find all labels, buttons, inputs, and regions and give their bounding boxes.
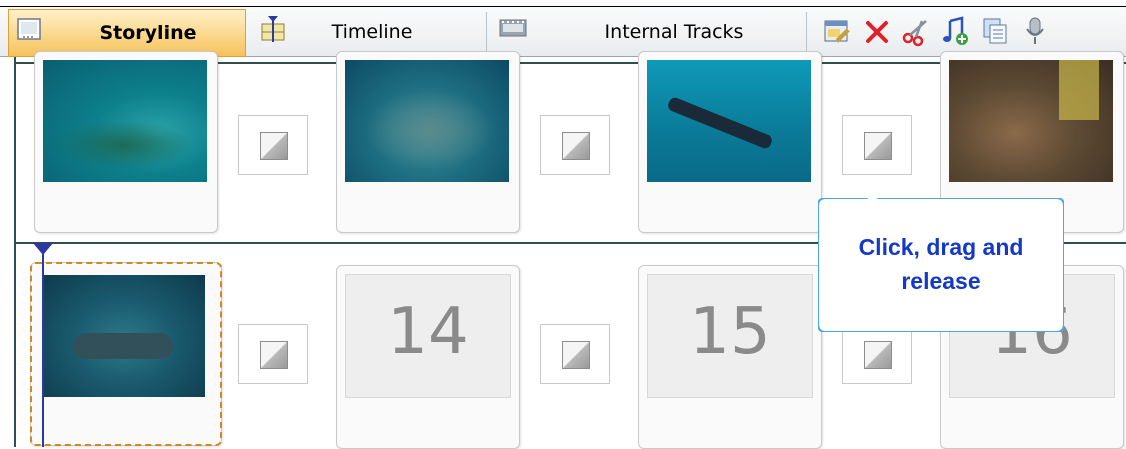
transition-icon [864, 341, 892, 369]
clip-card[interactable] [638, 51, 822, 233]
slot-number: 15 [689, 295, 771, 369]
record-narration-icon[interactable] [1020, 15, 1050, 47]
callout-line-1: Click, drag and [858, 234, 1024, 260]
playhead-line[interactable] [42, 247, 44, 447]
add-text-icon[interactable] [980, 15, 1010, 47]
top-border [0, 6, 1126, 7]
tab-label: Internal Tracks [604, 21, 744, 43]
callout-line-2: release [901, 268, 981, 294]
clip-thumbnail [949, 60, 1113, 182]
clip-card[interactable] [34, 51, 218, 233]
slot-number: 14 [387, 295, 469, 369]
tab-internal-tracks[interactable]: Internal Tracks [492, 9, 802, 55]
timeline-icon [261, 16, 285, 42]
empty-clip-slot[interactable]: 15 [638, 265, 822, 449]
transition-icon [562, 132, 590, 160]
tab-label: Storyline [99, 22, 197, 44]
tab-separator [486, 12, 487, 52]
transition-icon [260, 132, 288, 160]
clip-thumbnail [43, 60, 207, 182]
tab-timeline[interactable]: Timeline [252, 9, 484, 55]
clip-card-selected[interactable] [30, 262, 222, 446]
slot-placeholder: 15 [647, 274, 813, 398]
transition-icon [562, 341, 590, 369]
callout-text: Click, drag and release [818, 230, 1064, 298]
storyline-icon [17, 18, 41, 40]
add-music-icon[interactable] [940, 15, 970, 47]
tab-bar: Storyline Timeline Internal Tracks [0, 0, 1126, 57]
properties-icon[interactable] [822, 15, 852, 47]
delete-icon[interactable] [862, 15, 892, 47]
tooltip-callout: Click, drag and release [818, 198, 1064, 332]
tab-label: Timeline [331, 21, 413, 43]
transition-slot[interactable] [238, 324, 308, 384]
left-rail [14, 57, 16, 447]
clip-thumbnail [647, 60, 811, 182]
transition-slot[interactable] [842, 115, 912, 175]
slot-placeholder: 14 [345, 274, 511, 398]
tab-separator [806, 12, 807, 52]
clip-thumbnail [345, 60, 509, 182]
empty-clip-slot[interactable]: 14 [336, 265, 520, 449]
transition-slot[interactable] [842, 324, 912, 384]
film-strip-icon [499, 19, 527, 37]
tab-storyline[interactable]: Storyline [8, 9, 246, 57]
transition-slot[interactable] [540, 324, 610, 384]
transition-slot[interactable] [540, 115, 610, 175]
transition-slot[interactable] [238, 115, 308, 175]
transition-icon [864, 132, 892, 160]
transition-icon [260, 341, 288, 369]
cut-icon[interactable] [900, 15, 930, 47]
clip-card[interactable] [336, 51, 520, 233]
clip-thumbnail [43, 275, 205, 397]
